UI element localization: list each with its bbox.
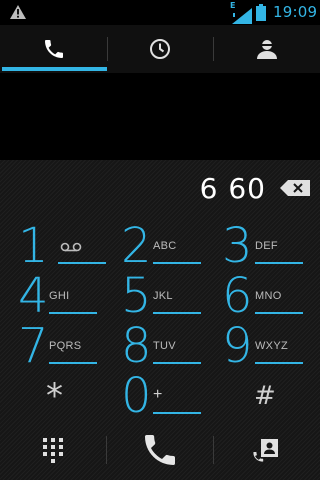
person-icon [256, 40, 277, 59]
dialer-tabs [0, 25, 320, 73]
key-letters: GHI [49, 290, 70, 302]
key-digit: 4 [18, 268, 49, 324]
key-underline [255, 312, 303, 314]
dialed-number: 6 60 [199, 172, 266, 205]
call-button[interactable] [107, 420, 213, 480]
key-letters: DEF [255, 240, 278, 252]
key-letters: + [153, 386, 163, 403]
clock-time: 19:09 [273, 3, 318, 21]
key-letters: WXYZ [255, 340, 288, 352]
key-digit: 5 [121, 268, 152, 324]
dialpad-toggle-button[interactable] [0, 420, 106, 480]
key-underline [153, 412, 201, 414]
key-digit: * [46, 376, 63, 416]
key-letters: TUV [153, 340, 176, 352]
signal-icon: E [230, 1, 252, 24]
suggestions-area [0, 73, 320, 160]
key-digit: 6 [222, 268, 253, 324]
dialer-screen: E 19:09 6 60 1 2 ABC 3 DEF 4 GHI 5 JKL 6… [0, 0, 320, 480]
key-underline [153, 262, 201, 264]
tab-contacts[interactable] [213, 25, 320, 73]
backspace-icon[interactable] [280, 180, 310, 196]
key-underline [153, 362, 201, 364]
warning-icon [10, 5, 26, 19]
key-underline [255, 262, 303, 264]
key-underline [58, 262, 106, 264]
clock-icon [150, 39, 170, 59]
status-bar: E 19:09 [0, 0, 320, 25]
key-underline [255, 362, 303, 364]
tab-phone[interactable] [0, 25, 107, 73]
add-contact-button[interactable] [214, 420, 320, 480]
key-digit: 9 [222, 318, 253, 374]
add-contact-icon [253, 439, 278, 462]
key-digit: 0 [121, 368, 152, 424]
key-digit: 1 [18, 218, 49, 274]
key-digit: # [254, 381, 276, 411]
key-digit: 8 [121, 318, 152, 374]
key-underline [153, 312, 201, 314]
phone-icon [44, 40, 63, 58]
voicemail-icon [60, 242, 82, 252]
key-underline [49, 312, 97, 314]
tab-recent[interactable] [107, 25, 213, 73]
key-underline [49, 362, 97, 364]
call-icon [145, 435, 175, 465]
key-digit: 2 [121, 218, 152, 274]
key-letters: ABC [153, 240, 177, 252]
key-letters: PQRS [49, 340, 82, 352]
battery-icon [256, 4, 266, 21]
active-tab-indicator [2, 67, 107, 71]
digits-display[interactable]: 6 60 [0, 160, 320, 216]
key-letters: MNO [255, 290, 282, 302]
key-letters: JKL [153, 290, 173, 302]
dialpad-icon [43, 438, 63, 463]
key-digit: 7 [18, 318, 49, 374]
key-digit: 3 [222, 218, 253, 274]
